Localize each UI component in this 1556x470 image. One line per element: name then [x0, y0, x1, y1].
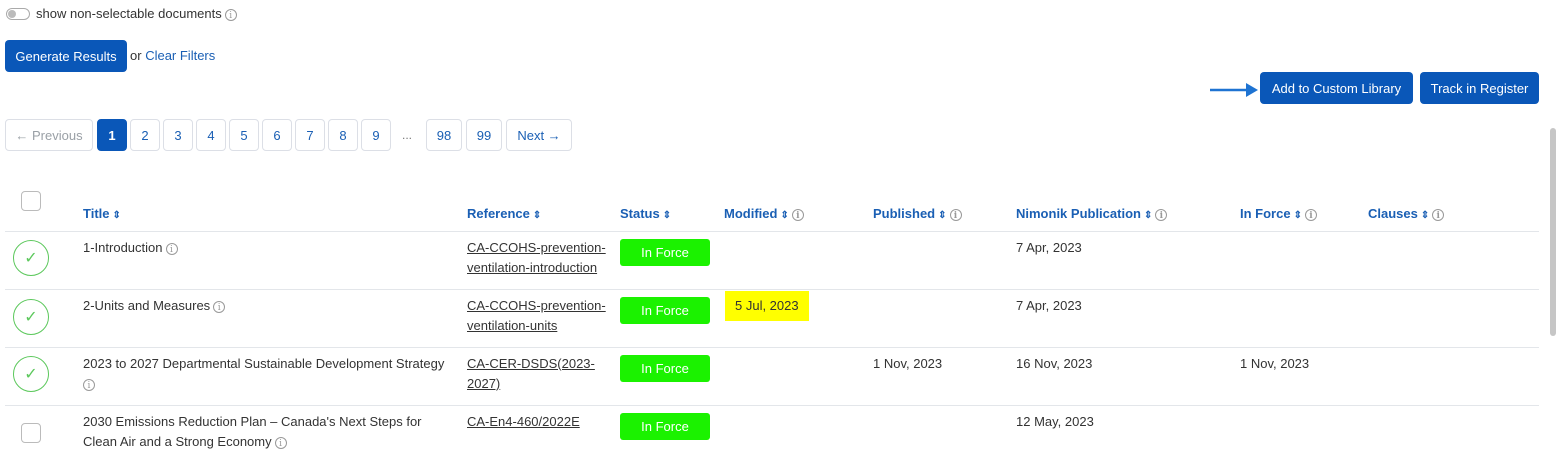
pagination-ellipsis: ... — [402, 128, 413, 142]
pagination-page-7[interactable]: 7 — [295, 119, 325, 151]
status-badge: In Force — [620, 239, 710, 266]
row-divider — [5, 405, 1539, 406]
header-title[interactable]: Title ⇕ — [83, 206, 121, 221]
pagination-page-98[interactable]: 98 — [426, 119, 462, 151]
row-title[interactable]: 2023 to 2027 Departmental Sustainable De… — [83, 354, 453, 394]
pagination-page-2[interactable]: 2 — [130, 119, 160, 151]
header-published[interactable]: Published ⇕ i — [873, 206, 962, 221]
info-icon[interactable]: i — [165, 242, 178, 255]
page-scrollbar[interactable] — [1550, 128, 1556, 336]
pagination-previous[interactable]: ← Previous — [5, 119, 93, 151]
track-in-register-button[interactable]: Track in Register — [1420, 72, 1539, 104]
info-icon[interactable]: i — [83, 378, 95, 391]
pagination-page-99[interactable]: 99 — [466, 119, 502, 151]
or-text: or — [130, 48, 142, 63]
row-nimonik-publication: 12 May, 2023 — [1016, 414, 1094, 429]
sort-icon: ⇕ — [1293, 210, 1302, 221]
row-selected-check-icon[interactable]: ✓ — [13, 240, 49, 276]
row-title[interactable]: 2030 Emissions Reduction Plan – Canada's… — [83, 412, 453, 452]
reference-link[interactable]: CA-En4-460/2022E — [467, 412, 580, 432]
row-divider — [5, 231, 1539, 232]
status-badge: In Force — [620, 413, 710, 440]
info-icon[interactable]: i — [1432, 208, 1445, 221]
pagination-page-8[interactable]: 8 — [328, 119, 358, 151]
pagination-page-4[interactable]: 4 — [196, 119, 226, 151]
generate-results-button[interactable]: Generate Results — [5, 40, 127, 72]
arrow-right-icon — [1210, 83, 1258, 97]
pagination-page-9[interactable]: 9 — [361, 119, 391, 151]
add-to-custom-library-button[interactable]: Add to Custom Library — [1260, 72, 1413, 104]
header-reference[interactable]: Reference ⇕ — [467, 206, 541, 221]
info-icon[interactable]: i — [274, 436, 287, 449]
row-nimonik-publication: 16 Nov, 2023 — [1016, 356, 1093, 371]
reference-link[interactable]: CA-CCOHS-prevention- — [467, 296, 606, 316]
row-selected-check-icon[interactable]: ✓ — [13, 356, 49, 392]
sort-icon: ⇕ — [938, 210, 947, 221]
pagination-page-6[interactable]: 6 — [262, 119, 292, 151]
info-icon[interactable]: i — [1155, 208, 1168, 221]
status-badge: In Force — [620, 297, 710, 324]
pagination-page-3[interactable]: 3 — [163, 119, 193, 151]
toggle-label: show non-selectable documents i — [36, 6, 237, 21]
toggle-knob — [8, 10, 16, 18]
header-nimonik-publication[interactable]: Nimonik Publication ⇕ i — [1016, 206, 1168, 221]
row-nimonik-publication: 7 Apr, 2023 — [1016, 240, 1082, 255]
row-nimonik-publication: 7 Apr, 2023 — [1016, 298, 1082, 313]
row-divider — [5, 289, 1539, 290]
sort-icon: ⇕ — [112, 210, 121, 221]
clear-filters-link[interactable]: Clear Filters — [145, 48, 215, 63]
status-badge: In Force — [620, 355, 710, 382]
row-reference[interactable]: CA-CCOHS-prevention- ventilation-units — [467, 296, 606, 336]
info-icon[interactable]: i — [949, 208, 962, 221]
sort-icon: ⇕ — [532, 210, 542, 221]
info-icon[interactable]: i — [224, 8, 237, 21]
row-modified-highlighted: 5 Jul, 2023 — [725, 291, 809, 321]
sort-icon: ⇕ — [1420, 210, 1430, 221]
sort-icon: ⇕ — [662, 210, 672, 221]
row-in-force: 1 Nov, 2023 — [1240, 356, 1310, 371]
reference-link[interactable]: 2027) — [467, 374, 595, 394]
info-icon[interactable]: i — [791, 208, 804, 221]
row-title[interactable]: 1-Introduction i — [83, 238, 178, 258]
row-checkbox[interactable] — [21, 423, 41, 443]
row-reference[interactable]: CA-CCOHS-prevention- ventilation-introdu… — [467, 238, 606, 278]
row-selected-check-icon[interactable]: ✓ — [13, 299, 49, 335]
select-all-checkbox[interactable] — [21, 191, 41, 211]
row-title[interactable]: 2-Units and Measures i — [83, 296, 226, 316]
row-published: 1 Nov, 2023 — [873, 356, 943, 371]
info-icon[interactable]: i — [213, 300, 226, 313]
header-modified[interactable]: Modified ⇕ i — [724, 206, 804, 221]
row-divider — [5, 347, 1539, 348]
sort-icon: ⇕ — [1143, 210, 1153, 221]
header-in-force[interactable]: In Force ⇕ i — [1240, 206, 1317, 221]
row-reference[interactable]: CA-CER-DSDS(2023- 2027) — [467, 354, 595, 394]
pagination-page-1[interactable]: 1 — [97, 119, 127, 151]
clear-filters-group: or Clear Filters — [130, 48, 215, 63]
pagination-next[interactable]: Next → — [506, 119, 572, 151]
reference-link[interactable]: ventilation-introduction — [467, 258, 606, 278]
info-icon[interactable]: i — [1304, 208, 1317, 221]
reference-link[interactable]: CA-CER-DSDS(2023- — [467, 354, 595, 374]
pagination-page-5[interactable]: 5 — [229, 119, 259, 151]
non-selectable-toggle[interactable] — [6, 8, 30, 20]
header-status[interactable]: Status ⇕ — [620, 206, 671, 221]
reference-link[interactable]: ventilation-units — [467, 316, 606, 336]
header-clauses[interactable]: Clauses ⇕ i — [1368, 206, 1445, 221]
row-reference[interactable]: CA-En4-460/2022E — [467, 412, 580, 432]
sort-icon: ⇕ — [780, 210, 789, 221]
reference-link[interactable]: CA-CCOHS-prevention- — [467, 238, 606, 258]
